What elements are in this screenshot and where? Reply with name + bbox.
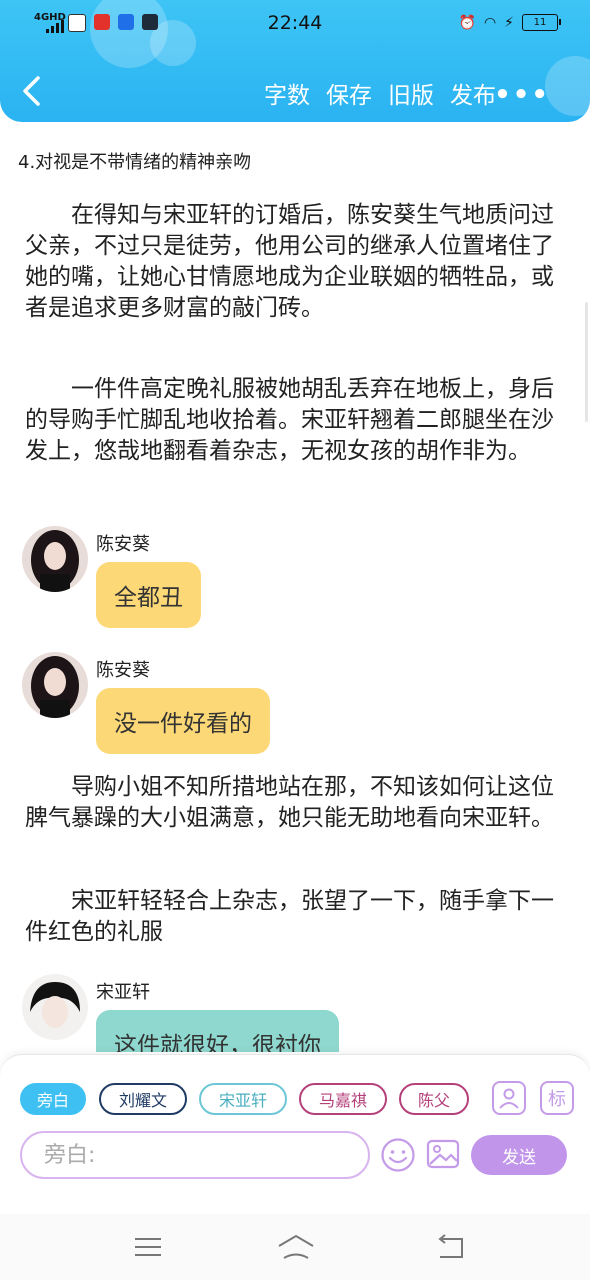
toolbar-actions: 字数 保存 旧版 发布 [264,76,496,110]
alarm-icon: ⏰ [458,14,476,31]
avatar [22,974,88,1040]
menu-icon[interactable] [131,1232,165,1262]
avatar [22,652,88,718]
character-chip[interactable]: 马嘉祺 [299,1083,387,1115]
charging-icon: ⚡ [504,14,514,31]
story-content[interactable]: 4.对视是不带情绪的精神亲吻 在得知与宋亚轩的订婚后，陈安葵生气地质问过父亲，不… [0,122,590,1052]
word-count-button[interactable]: 字数 [264,76,310,110]
speaker-name: 陈安葵 [96,534,150,555]
narration-paragraph: 在得知与宋亚轩的订婚后，陈安葵生气地质问过父亲，不过只是徒劳，他用公司的继承人位… [25,202,554,321]
avatar [22,526,88,592]
input-panel: 旁白 刘耀文 宋亚轩 马嘉祺 陈父 标 发送 [0,1054,590,1215]
speaker-name: 宋亚轩 [96,982,150,1003]
dialogue-bubble[interactable]: 全都丑 [96,562,201,628]
character-chip[interactable]: 宋亚轩 [199,1083,287,1115]
chapter-title: 4.对视是不带情绪的精神亲吻 [18,152,252,173]
character-chip[interactable]: 陈父 [399,1083,469,1115]
person-icon [499,1088,519,1109]
more-button[interactable]: ••• [494,80,550,110]
save-button[interactable]: 保存 [326,76,372,110]
back-button[interactable] [18,74,48,108]
status-right: ⏰ ◠ ⚡ 11 [458,14,561,31]
character-chip[interactable]: 刘耀文 [99,1083,187,1115]
dialogue-bubble[interactable]: 没一件好看的 [96,688,270,754]
tag-button[interactable]: 标 [540,1081,574,1115]
app-header: 4GHD 22:44 ⏰ ◠ ⚡ 11 字数 保存 旧版 发布 ••• [0,0,590,122]
character-chip-narrator[interactable]: 旁白 [20,1083,86,1115]
narration-paragraph: 一件件高定晚礼服被她胡乱丢弃在地板上，身后的导购手忙脚乱地收拾着。宋亚轩翘着二郎… [25,376,554,464]
dialogue-bubble[interactable]: 这件就很好，很衬你 [96,1010,339,1052]
old-version-button[interactable]: 旧版 [388,76,434,110]
home-icon[interactable] [276,1232,316,1262]
narration-paragraph: 导购小姐不知所措地站在那，不知该如何让这位脾气暴躁的大小姐满意，她只能无助地看向… [25,774,554,831]
chevron-left-icon [23,76,40,106]
narration-input[interactable] [20,1131,370,1179]
wifi-icon: ◠ [483,14,497,31]
back-nav-icon[interactable] [434,1232,468,1262]
add-character-button[interactable] [492,1081,526,1115]
emoji-icon[interactable] [380,1137,416,1173]
image-icon[interactable] [426,1137,460,1171]
scrollbar[interactable] [585,302,588,422]
status-bar: 4GHD 22:44 ⏰ ◠ ⚡ 11 [0,8,590,38]
battery-icon: 11 [522,14,561,31]
system-navigation-bar [0,1214,590,1280]
narration-paragraph: 宋亚轩轻轻合上杂志，张望了一下，随手拿下一件红色的礼服 [25,888,554,945]
speaker-name: 陈安葵 [96,660,150,681]
publish-button[interactable]: 发布 [450,76,496,110]
decorative-bubble [545,56,590,116]
send-button[interactable]: 发送 [471,1135,567,1175]
battery-level: 11 [533,17,547,28]
